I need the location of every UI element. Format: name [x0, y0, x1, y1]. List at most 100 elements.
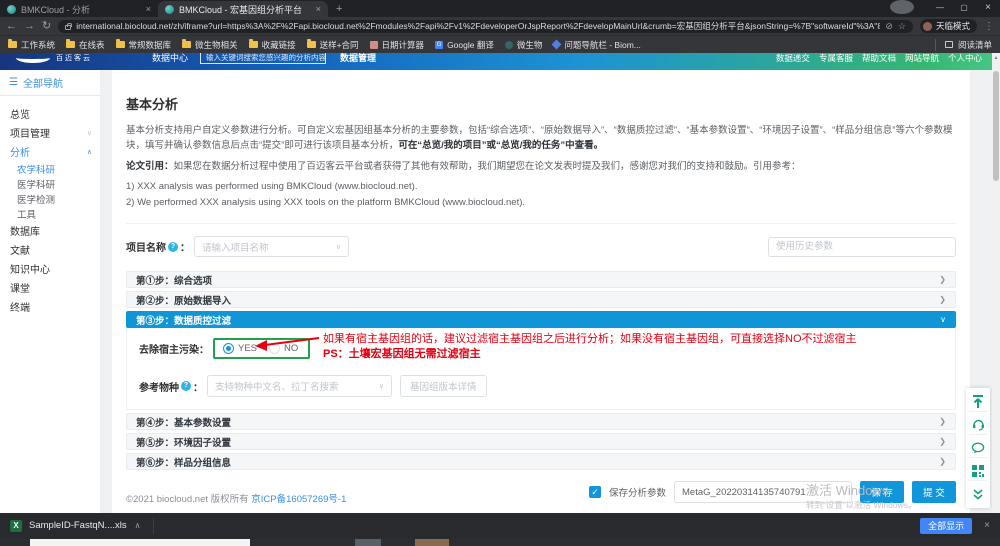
step-row-5[interactable]: 第⑤步：环境因子设置 ❯ [126, 433, 956, 450]
avatar [923, 22, 932, 31]
step-row-2[interactable]: 第②步：原始数据导入 ❯ [126, 291, 956, 308]
browser-menu-icon[interactable]: ⋮ [984, 21, 994, 32]
new-tab-button[interactable]: + [336, 3, 342, 15]
diamond-icon [552, 40, 562, 50]
sidebar-item-knowledge[interactable]: 知识中心 [10, 259, 100, 278]
chevron-right-icon: ❯ [939, 457, 946, 466]
save-params-checkbox-checked[interactable]: ✓ [589, 486, 601, 498]
window-close-button[interactable]: × [976, 0, 1000, 14]
back-to-top-icon[interactable] [969, 392, 987, 412]
radio-yes[interactable]: YES [223, 343, 257, 354]
hamburger-icon: ☰ [9, 77, 18, 88]
window-maximize-button[interactable]: ▢ [952, 0, 976, 14]
customer-service-icon[interactable] [969, 415, 987, 435]
help-icon[interactable]: ? [168, 242, 178, 252]
bookmark-item[interactable]: 工作系统 [8, 39, 55, 51]
bookmark-item[interactable]: GGoogle 翻译 [435, 39, 494, 51]
step-row-1[interactable]: 第①步：综合选项 ❯ [126, 271, 956, 288]
sidebar-item-overview[interactable]: 总览 [10, 104, 100, 123]
window-minimize-button[interactable]: — [928, 0, 952, 14]
url-text[interactable]: international.biocloud.net/zh/iframe?url… [76, 20, 880, 32]
chat-icon[interactable] [969, 438, 987, 458]
header-nav-item[interactable]: 网站导航 [905, 53, 939, 64]
page-scrollbar[interactable]: ▲ [992, 53, 1000, 513]
bookmark-item[interactable]: 微生物 [505, 39, 543, 51]
tab-close-icon[interactable]: × [146, 4, 151, 14]
bookmark-item[interactable]: 微生物相关 [182, 39, 238, 51]
sidebar-subitem-agri-research[interactable]: 农学科研 [10, 161, 100, 176]
sidebar-subitem-med-test[interactable]: 医学检测 [10, 191, 100, 206]
sidebar-item-classroom[interactable]: 课堂 [10, 278, 100, 297]
browser-extension-icon[interactable] [890, 0, 914, 14]
browser-tab-1[interactable]: BMKCloud - 分析 × [0, 1, 158, 17]
help-icon[interactable]: ? [181, 381, 191, 391]
header-nav-item[interactable]: 个人中心 [948, 53, 982, 64]
header-nav-item[interactable]: 专属客服 [819, 53, 853, 64]
step-row-4[interactable]: 第④步：基本参数设置 ❯ [126, 413, 956, 430]
bookmark-item[interactable]: 常规数据库 [116, 39, 172, 51]
bookmark-star-icon[interactable]: ☆ [898, 21, 906, 32]
bookmark-item[interactable]: 日期计算器 [370, 39, 425, 51]
close-download-bar-icon[interactable]: × [984, 520, 990, 531]
download-bar: X SampleID-FastqN....xls ∧ 全部显示 × [0, 513, 1000, 538]
data-manage-button[interactable]: 数据管理 [340, 53, 376, 64]
sidebar-item-literature[interactable]: 文献 [10, 240, 100, 259]
sidebar-subitem-med-research[interactable]: 医学科研 [10, 176, 100, 191]
eye-blocked-icon[interactable]: ⊘ [885, 21, 893, 32]
bookmark-item[interactable]: 问题导航栏 - Biom... [553, 39, 641, 51]
sidebar-subitem-tools[interactable]: 工具 [10, 206, 100, 221]
qr-code-icon[interactable] [969, 461, 987, 481]
divider [126, 223, 956, 224]
forward-icon[interactable]: → [24, 21, 35, 32]
chevron-down-icon: ∨ [379, 382, 384, 390]
all-navigation-toggle[interactable]: ☰ 全部导航 [0, 70, 100, 96]
step-row-6[interactable]: 第⑥步：样品分组信息 ❯ [126, 453, 956, 470]
tab-close-icon[interactable]: × [316, 4, 321, 14]
species-select[interactable]: 支持物种中文名、拉丁名搜索 ∨ [207, 375, 392, 397]
taskbar-thumbnail [415, 539, 449, 546]
back-icon[interactable]: ← [6, 21, 17, 32]
globe-icon [505, 41, 513, 49]
collapse-double-chevron-icon[interactable] [969, 484, 987, 504]
download-file-name[interactable]: SampleID-FastqN....xls [29, 520, 127, 531]
show-all-downloads-button[interactable]: 全部显示 [920, 518, 972, 534]
reading-list-button[interactable]: 阅读清单 [935, 39, 992, 51]
citation-2: 2) We performed XXX analysis using XXX t… [126, 195, 956, 211]
chevron-right-icon: ❯ [939, 295, 946, 304]
browser-tab-2-active[interactable]: BMKCloud - 宏基因组分析平台 × [158, 1, 328, 17]
background-window-edge [30, 539, 250, 546]
lock-icon [65, 25, 71, 30]
excel-file-icon: X [10, 520, 22, 532]
header-nav-item[interactable]: 数据递交 [776, 53, 810, 64]
reload-icon[interactable]: ↻ [42, 21, 51, 32]
reference-species-row: 参考物种 ? ： 支持物种中文名、拉丁名搜索 ∨ 基因组版本详情 [139, 375, 955, 397]
genome-version-button[interactable]: 基因组版本详情 [400, 375, 487, 397]
scrollbar-thumb[interactable] [993, 71, 999, 181]
tab-favicon [165, 5, 174, 14]
browser-toolbar: ← → ↻ international.biocloud.net/zh/ifra… [0, 17, 1000, 35]
history-params-input[interactable] [768, 237, 956, 257]
radio-selected-icon [223, 343, 234, 354]
sidebar-item-terminal[interactable]: 终端 [10, 297, 100, 316]
citation-1: 1) XXX analysis was performed using BMKC… [126, 179, 956, 195]
submit-button[interactable]: 提 交 [912, 481, 956, 503]
icp-link[interactable]: 京ICP备16057269号-1 [251, 494, 346, 505]
bookmark-item[interactable]: 送样+合同 [307, 39, 359, 51]
bmk-logo[interactable] [16, 53, 50, 63]
bookmark-item[interactable]: 在线表 [66, 39, 105, 51]
step-row-3-active[interactable]: 第③步：数据质控过滤 ∨ [126, 311, 956, 328]
chevron-up-icon[interactable]: ∧ [135, 521, 141, 530]
sidebar-item-database[interactable]: 数据库 [10, 221, 100, 240]
header-nav-item[interactable]: 数据中心 [152, 53, 188, 64]
sidebar-item-analysis[interactable]: 分析∧ [10, 142, 100, 161]
scrollbar-up-arrow[interactable]: ▲ [992, 53, 1000, 63]
page-title: 基本分析 [126, 94, 956, 113]
bookmark-item[interactable]: 收藏链接 [249, 39, 296, 51]
sidebar-item-project-mgmt[interactable]: 项目管理∨ [10, 123, 100, 142]
project-name-select[interactable]: 请输入项目名称 ∨ [194, 236, 349, 257]
browser-profile-chip[interactable]: 天临模式 [920, 19, 977, 33]
address-bar[interactable]: international.biocloud.net/zh/iframe?url… [58, 20, 913, 33]
header-search-input[interactable]: 输入关键词搜索您感兴趣的分析内容 [200, 53, 326, 64]
header-nav-item[interactable]: 帮助文档 [862, 53, 896, 64]
chevron-right-icon: ❯ [939, 275, 946, 284]
